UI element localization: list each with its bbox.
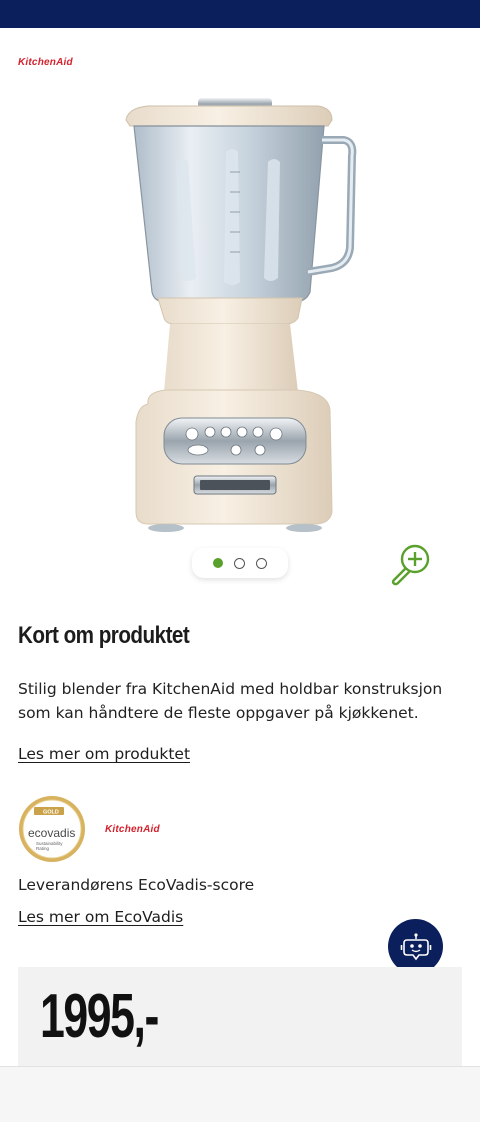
ecovadis-badge: GOLD ecovadis Sustainability Rating bbox=[19, 796, 85, 862]
price-box: 1995,- bbox=[18, 967, 462, 1075]
carousel-pagination bbox=[192, 548, 288, 578]
product-description: Stilig blender fra KitchenAid med holdba… bbox=[18, 680, 443, 722]
zoom-in-icon bbox=[391, 544, 430, 586]
carousel-dot-2[interactable] bbox=[234, 557, 245, 569]
supplier-brand-logo: KitchenAid bbox=[105, 824, 160, 835]
read-more-ecovadis-link[interactable]: Les mer om EcoVadis bbox=[18, 908, 183, 926]
zoom-button[interactable] bbox=[388, 540, 434, 586]
badge-subtitle-2: Rating bbox=[36, 846, 50, 851]
badge-name-label: ecovadis bbox=[28, 826, 75, 840]
brand-logo[interactable]: KitchenAid bbox=[18, 57, 73, 68]
badge-tier-label: GOLD bbox=[43, 810, 59, 816]
product-price: 1995,- bbox=[40, 982, 159, 1051]
top-navigation-bar bbox=[0, 0, 480, 28]
chat-bot-icon bbox=[400, 932, 431, 960]
carousel-dot-1[interactable] bbox=[213, 558, 223, 568]
product-image[interactable] bbox=[118, 92, 362, 540]
section-title: Kort om produktet bbox=[18, 622, 190, 649]
bottom-action-bar bbox=[0, 1066, 480, 1122]
ecovadis-score-label: Leverandørens EcoVadis-score bbox=[18, 876, 255, 894]
read-more-product-link[interactable]: Les mer om produktet bbox=[18, 745, 190, 763]
carousel-dot-3[interactable] bbox=[256, 557, 267, 569]
chat-bot-button[interactable] bbox=[388, 919, 443, 974]
